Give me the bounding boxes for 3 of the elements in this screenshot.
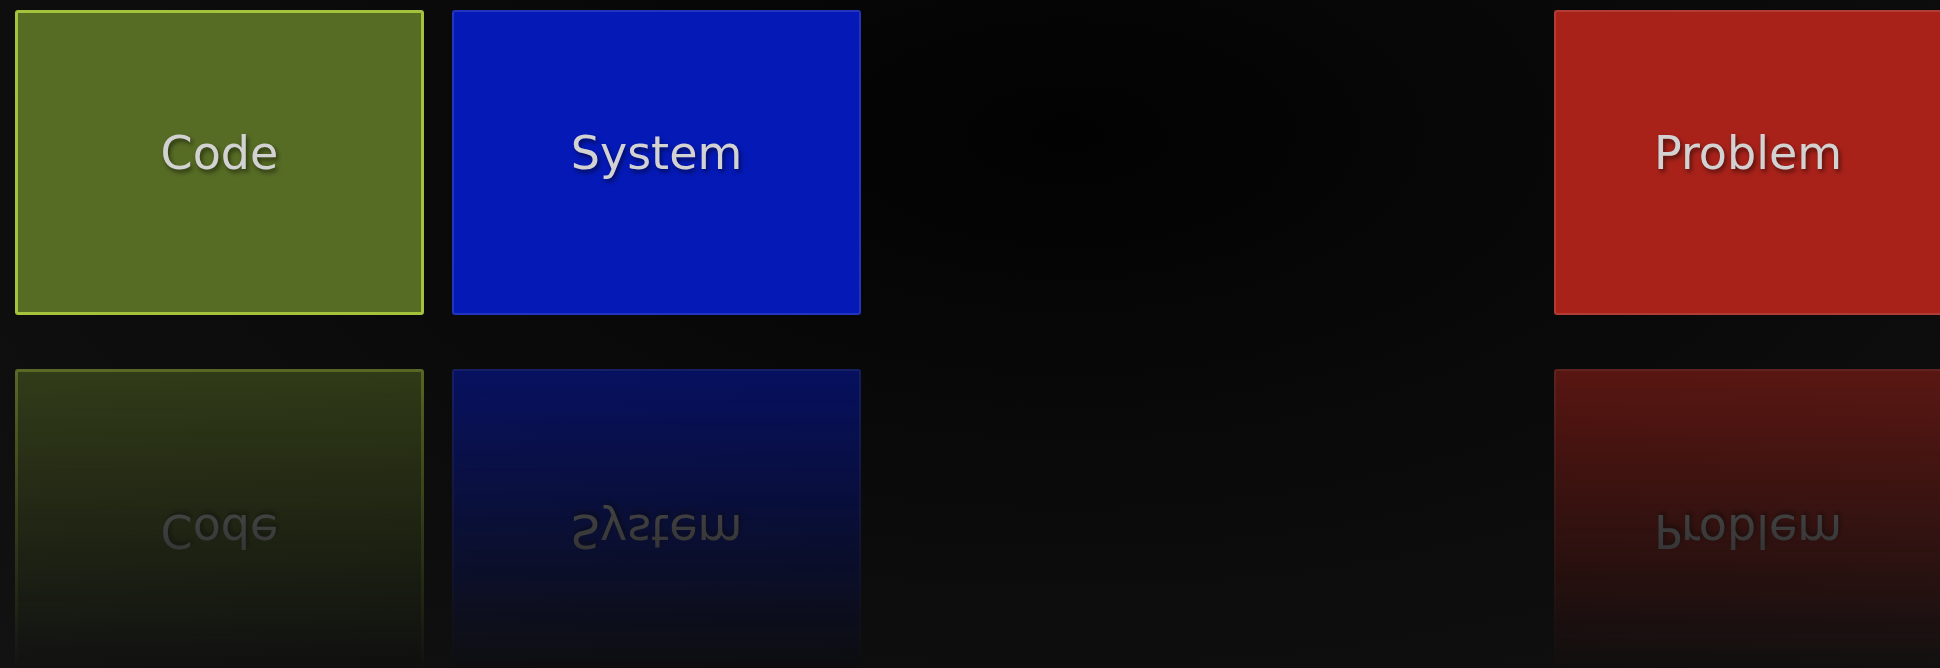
menu-tile[interactable]: Code [15,10,424,315]
menu-tile[interactable]: Problem [1554,10,1940,315]
menu-tile[interactable]: System [452,10,861,315]
